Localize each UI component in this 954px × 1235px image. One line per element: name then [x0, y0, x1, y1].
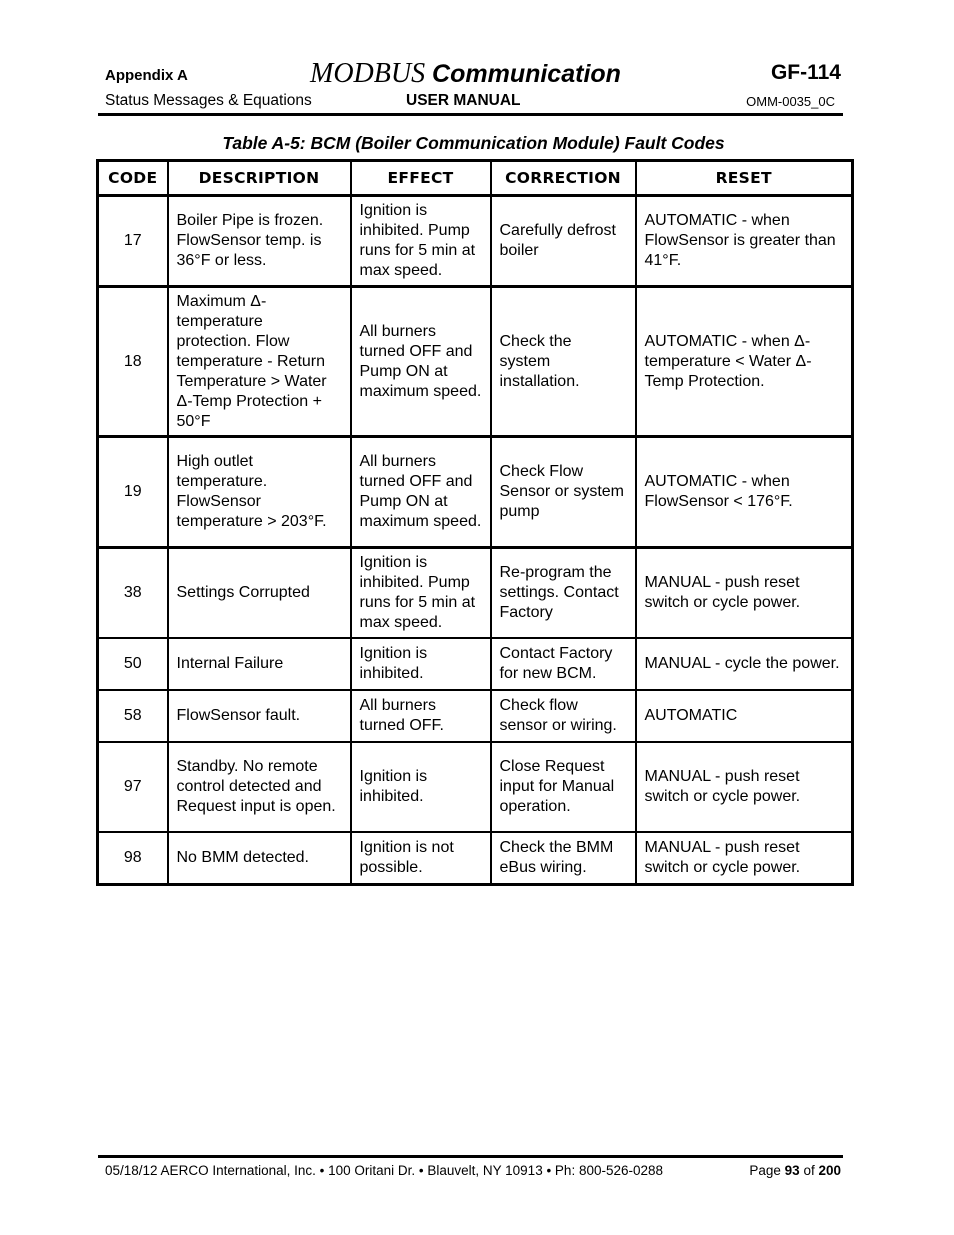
cell-effect: Ignition is inhibited. Pump runs for 5 m… [349, 546, 492, 639]
cell-correction: Check flow sensor or wiring. [489, 689, 637, 743]
page-header: Appendix A MODBUS Communication GF-114 S… [98, 58, 843, 118]
cell-description: High outlet temperature. FlowSensor temp… [166, 435, 352, 549]
title-modbus: MODBUS [310, 58, 426, 89]
column-header-code: CODE [96, 159, 169, 197]
column-header-reset: RESET [634, 159, 854, 197]
cell-effect: All burners turned OFF and Pump ON at ma… [349, 435, 492, 549]
table-row: 98 No BMM detected. Ignition is not poss… [96, 831, 854, 886]
page-number: 93 [784, 1163, 800, 1178]
cell-code: 98 [96, 831, 169, 886]
cell-code: 38 [96, 546, 169, 639]
cell-correction: Re-program the settings. Contact Factory [489, 546, 637, 639]
cell-code: 50 [96, 637, 169, 691]
cell-reset: MANUAL - cycle the power. [634, 637, 854, 691]
footer-company-info: 05/18/12 AERCO International, Inc. • 100… [105, 1163, 664, 1178]
table-row: 17 Boiler Pipe is frozen. FlowSensor tem… [96, 194, 854, 288]
cell-reset: MANUAL - push reset switch or cycle powe… [634, 741, 854, 833]
cell-correction: Check Flow Sensor or system pump [489, 435, 637, 549]
cell-description: FlowSensor fault. [166, 689, 352, 743]
cell-description: No BMM detected. [166, 831, 352, 886]
cell-code: 17 [96, 194, 169, 288]
cell-description: Boiler Pipe is frozen. FlowSensor temp. … [166, 194, 352, 288]
page-total: 200 [818, 1163, 841, 1178]
table-row: 50 Internal Failure Ignition is inhibite… [96, 637, 854, 691]
appendix-label: Appendix A [105, 67, 188, 84]
cell-reset: MANUAL - push reset switch or cycle powe… [634, 831, 854, 886]
cell-effect: Ignition is not possible. [349, 831, 492, 886]
cell-description: Internal Failure [166, 637, 352, 691]
cell-effect: All burners turned OFF. [349, 689, 492, 743]
cell-description: Standby. No remote control detected and … [166, 741, 352, 833]
cell-correction: Check the system installation. [489, 285, 637, 438]
table-header-row: CODE DESCRIPTION EFFECT CORRECTION RESET [96, 159, 854, 197]
cell-effect: Ignition is inhibited. [349, 741, 492, 833]
table-row: 97 Standby. No remote control detected a… [96, 741, 854, 833]
cell-correction: Carefully defrost boiler [489, 194, 637, 288]
section-subtitle: Status Messages & Equations [105, 92, 312, 109]
table-row: 19 High outlet temperature. FlowSensor t… [96, 435, 854, 549]
manual-label: USER MANUAL [406, 92, 521, 109]
cell-effect: Ignition is inhibited. [349, 637, 492, 691]
cell-reset: AUTOMATIC - when FlowSensor < 176°F. [634, 435, 854, 549]
cell-reset: AUTOMATIC [634, 689, 854, 743]
cell-code: 58 [96, 689, 169, 743]
table-row: 38 Settings Corrupted Ignition is inhibi… [96, 546, 854, 639]
document-title: MODBUS Communication [310, 58, 621, 90]
cell-correction: Close Request input for Manual operation… [489, 741, 637, 833]
page-of-label: of [799, 1163, 819, 1178]
cell-correction: Check the BMM eBus wiring. [489, 831, 637, 886]
cell-code: 97 [96, 741, 169, 833]
document-number: OMM-0035_0C [746, 94, 835, 109]
cell-correction: Contact Factory for new BCM. [489, 637, 637, 691]
cell-reset: AUTOMATIC - when Δ-temperature < Water Δ… [634, 285, 854, 438]
cell-reset: MANUAL - push reset switch or cycle powe… [634, 546, 854, 639]
cell-effect: Ignition is inhibited. Pump runs for 5 m… [349, 194, 492, 288]
column-header-effect: EFFECT [349, 159, 492, 197]
table-row: 58 FlowSensor fault. All burners turned … [96, 689, 854, 743]
column-header-description: DESCRIPTION [166, 159, 352, 197]
model-number: GF-114 [770, 61, 841, 84]
cell-effect: All burners turned OFF and Pump ON at ma… [349, 285, 492, 438]
cell-reset: AUTOMATIC - when FlowSensor is greater t… [634, 194, 854, 288]
title-communication: Communication [425, 60, 621, 88]
table-caption: Table A-5: BCM (Boiler Communication Mod… [222, 133, 725, 153]
page-indicator: Page 93 of 200 [749, 1163, 841, 1178]
cell-description: Settings Corrupted [166, 546, 352, 639]
page-label: Page [749, 1163, 785, 1178]
cell-code: 18 [96, 285, 169, 438]
table-row: 18 Maximum Δ-temperature protection. Flo… [96, 285, 854, 438]
footer-divider [98, 1155, 843, 1158]
cell-code: 19 [96, 435, 169, 549]
fault-codes-table: CODE DESCRIPTION EFFECT CORRECTION RESET… [96, 159, 854, 886]
cell-description: Maximum Δ-temperature protection. Flow t… [166, 285, 352, 438]
header-divider [98, 113, 843, 116]
column-header-correction: CORRECTION [489, 159, 637, 197]
